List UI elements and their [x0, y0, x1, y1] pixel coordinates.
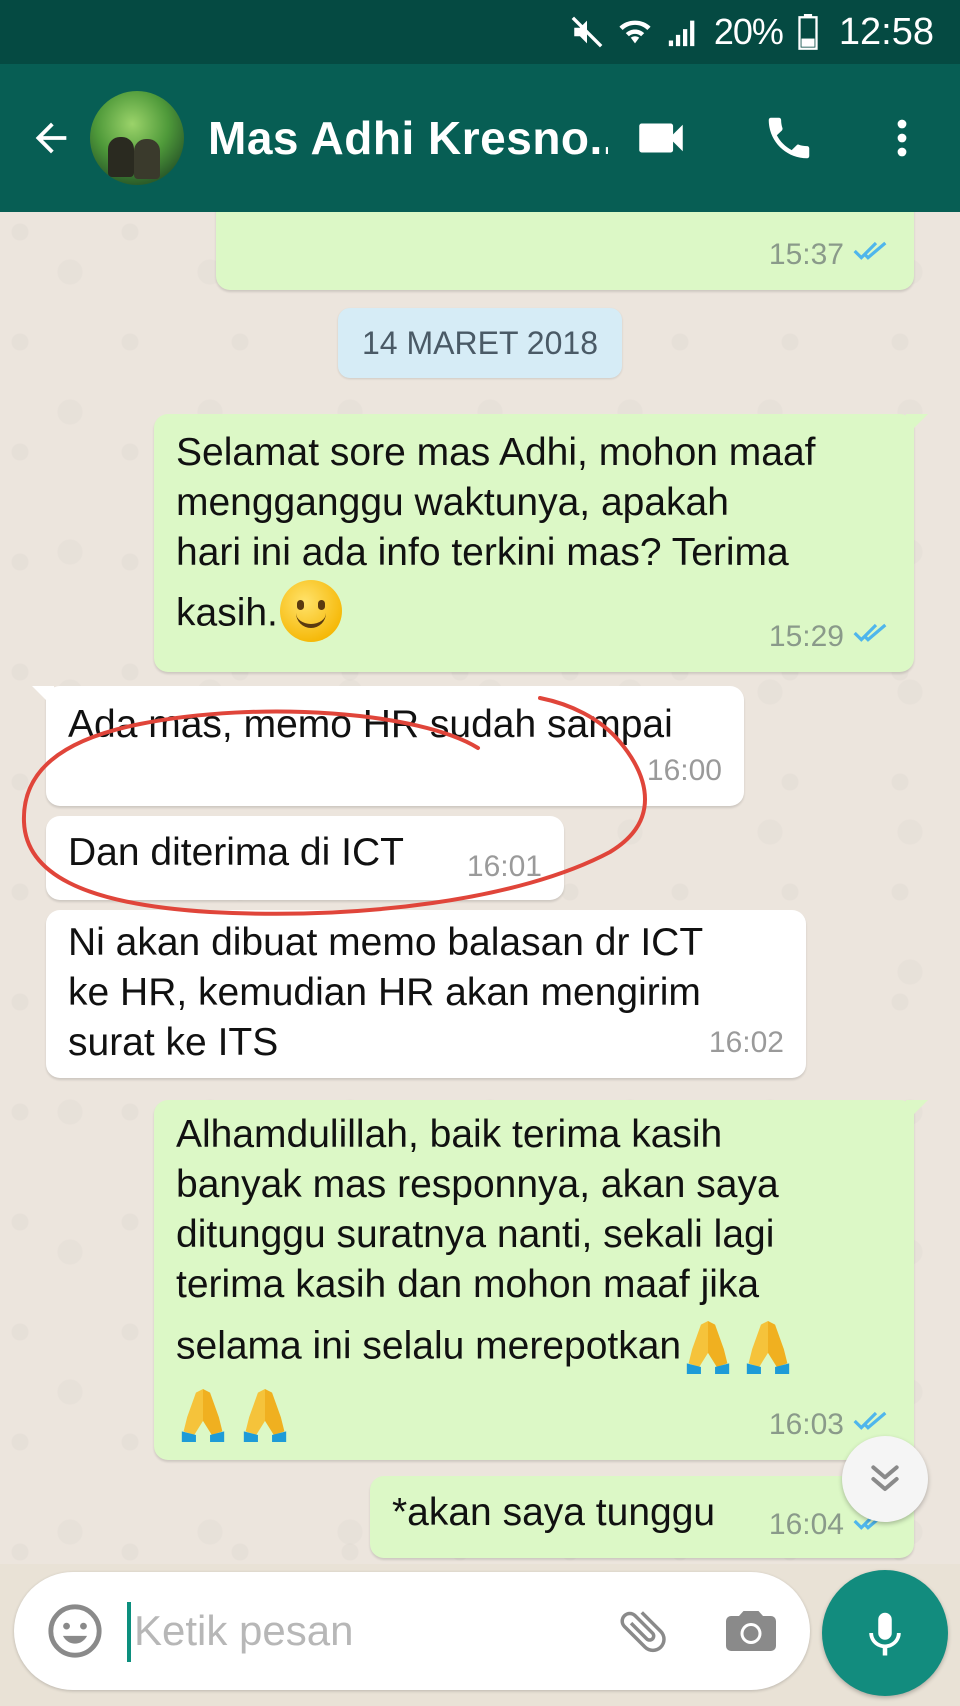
- video-call-icon[interactable]: [626, 64, 696, 212]
- bubble-tail: [906, 1100, 928, 1122]
- camera-icon[interactable]: [714, 1594, 788, 1668]
- message-bubble-outgoing[interactable]: *akan saya tunggu 16:04: [370, 1476, 914, 1558]
- message-bubble-outgoing[interactable]: 15:37: [216, 212, 914, 290]
- read-ticks-icon: [852, 230, 892, 280]
- bubble-tail: [906, 414, 928, 436]
- mic-icon: [869, 1612, 901, 1656]
- message-time: 16:03: [768, 1408, 844, 1441]
- message-meta: 15:37: [769, 230, 892, 280]
- message-text: *akan saya tunggu: [392, 1491, 716, 1534]
- message-text: Ni akan dibuat memo balasan dr ICT ke HR…: [68, 921, 704, 1064]
- read-ticks-icon: [852, 612, 892, 662]
- folded-hands-emoji: [243, 1389, 287, 1442]
- scroll-to-bottom-button[interactable]: [842, 1436, 928, 1522]
- message-meta: 15:29: [769, 612, 892, 662]
- message-time: 15:29: [768, 620, 844, 653]
- folded-hands-emoji: [181, 1389, 225, 1442]
- message-text: Selamat sore mas Adhi, mohon maaf mengga…: [176, 428, 815, 646]
- folded-hands-emoji: [686, 1321, 730, 1374]
- message-meta: 16:00: [647, 746, 722, 796]
- message-composer: [14, 1572, 810, 1690]
- text-cursor: [127, 1602, 131, 1662]
- double-chevron-down-icon: [871, 1465, 899, 1491]
- more-vert-icon[interactable]: [872, 64, 932, 212]
- attach-icon[interactable]: [606, 1594, 680, 1668]
- signal-icon: [666, 15, 700, 49]
- mute-icon: [570, 15, 604, 49]
- mic-button[interactable]: [822, 1570, 948, 1696]
- clock: 12:58: [838, 10, 934, 53]
- message-bubble-outgoing[interactable]: Selamat sore mas Adhi, mohon maaf mengga…: [154, 414, 928, 672]
- message-time: 16:02: [708, 1026, 784, 1059]
- bubble-tail: [32, 686, 54, 708]
- message-bubble-outgoing[interactable]: Alhamdulillah, baik terima kasih banyak …: [154, 1100, 928, 1460]
- message-bubble-incoming[interactable]: Ada mas, memo HR sudah sampai 16:00: [32, 686, 744, 806]
- date-divider: 14 MARET 2018: [338, 308, 622, 378]
- back-arrow-icon[interactable]: [16, 98, 86, 178]
- message-bubble-incoming[interactable]: Ni akan dibuat memo balasan dr ICT ke HR…: [46, 910, 806, 1078]
- wifi-icon: [618, 15, 652, 49]
- message-time: 16:00: [646, 754, 722, 787]
- message-text: Ada mas, memo HR sudah sampai: [68, 703, 673, 746]
- message-text: Alhamdulillah, baik terima kasih banyak …: [176, 1110, 795, 1446]
- chat-header: Mas Adhi Kresno...: [0, 64, 960, 212]
- message-time: 16:04: [768, 1508, 844, 1541]
- message-bubble-incoming[interactable]: Dan diterima di ICT 16:01: [46, 816, 564, 900]
- contact-name[interactable]: Mas Adhi Kresno...: [208, 111, 608, 165]
- avatar[interactable]: [90, 91, 184, 185]
- message-text: Dan diterima di ICT: [68, 831, 404, 874]
- message-time: 16:01: [466, 850, 542, 883]
- message-meta: 16:01: [467, 842, 542, 892]
- chat-area[interactable]: 15:37 14 MARET 2018 Selamat sore mas Adh…: [0, 212, 960, 1564]
- message-time: 15:37: [768, 238, 844, 271]
- battery-percent: 20%: [713, 11, 784, 52]
- folded-hands-emoji: [746, 1321, 790, 1374]
- status-bar: 20% 12:58: [0, 0, 960, 64]
- message-meta: 16:02: [709, 1018, 784, 1068]
- phone-icon[interactable]: [754, 64, 824, 212]
- battery-icon: [797, 14, 819, 50]
- message-input[interactable]: [134, 1598, 574, 1664]
- emoji-icon[interactable]: [38, 1594, 112, 1668]
- smiling-face-emoji: [279, 580, 342, 642]
